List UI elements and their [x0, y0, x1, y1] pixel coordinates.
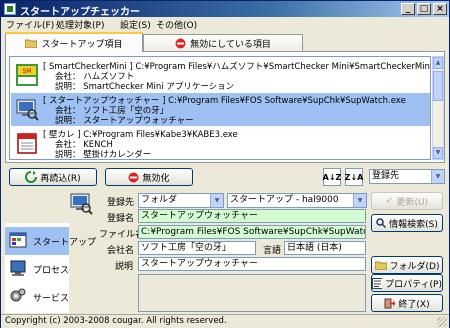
- supwatch-icon: [16, 99, 39, 121]
- tab-disabled-items-label: 無効にしている項目: [190, 40, 271, 50]
- info-search-button-label: 情報検索(S): [389, 219, 438, 230]
- svg-text:SM: SM: [23, 68, 32, 75]
- list-scrollbar[interactable]: ▲ ▼: [432, 56, 444, 160]
- language-field[interactable]: 日本語 (日本): [284, 241, 366, 255]
- scroll-down-icon[interactable]: ▼: [433, 147, 443, 159]
- tab-panel: SM [ SmartCheckerMini ] C:¥Program Files…: [5, 51, 445, 163]
- location-type-value: フォルダ: [141, 195, 178, 205]
- sort-key-value: 登録先: [372, 171, 400, 181]
- smartchecker-icon: SM: [16, 64, 38, 86]
- company-field[interactable]: ソフト工房「空の牙」: [138, 241, 256, 255]
- sort-key-select[interactable]: 登録先 ▼: [369, 169, 445, 184]
- category-service-label: サービス: [33, 294, 70, 304]
- no-entry-icon: [175, 38, 186, 49]
- refresh-icon: [25, 171, 38, 183]
- chevron-down-icon: ▼: [210, 194, 223, 207]
- exit-button-label: 終了(X): [398, 299, 430, 310]
- folder-button-label: フォルダ(D): [389, 261, 440, 272]
- sort-ascending-button[interactable]: A↓Z: [323, 168, 341, 186]
- chevron-down-icon: ▼: [431, 170, 444, 183]
- sort-descending-button[interactable]: Z↓A: [345, 168, 363, 186]
- menu-file[interactable]: ファイル(F): [6, 18, 54, 31]
- info-search-button[interactable]: 情報検索(S): [371, 214, 443, 232]
- status-bar: Copyright (c) 2003-2008 cougar. All righ…: [1, 314, 449, 328]
- item-description: 説明： スタートアップウォッチャー: [55, 116, 194, 126]
- item-description: 説明： 壁掛けカレンダー: [55, 150, 152, 160]
- exit-button[interactable]: 終了(X): [371, 294, 443, 312]
- close-button[interactable]: ×: [433, 3, 447, 15]
- properties-button[interactable]: プロパティ(P): [371, 274, 443, 292]
- category-service[interactable]: サービス: [5, 283, 69, 311]
- exit-icon: [384, 298, 396, 308]
- maximize-button[interactable]: □: [417, 3, 431, 15]
- category-process[interactable]: プロセス: [5, 255, 69, 283]
- language-label: 言語: [263, 246, 282, 256]
- list-item[interactable]: [ スタートアップウォッチャー ] C:¥Program Files¥FOS S…: [11, 93, 430, 126]
- location-type-select[interactable]: フォルダ ▼: [138, 193, 224, 208]
- location-value: スタートアップ - hal9000: [230, 195, 339, 205]
- menu-settings[interactable]: 設定(S): [120, 18, 151, 31]
- main-window: スタートアップチェッカー _ □ × ファイル(F) 処理対象(P) 設定(S)…: [0, 0, 450, 328]
- item-description: 説明： SmartChecker Mini アプリケーション: [55, 82, 235, 92]
- tab-strip: スタートアップ項目 無効にしている項目: [5, 32, 445, 52]
- service-icon: [10, 288, 26, 302]
- description-label: 説明: [115, 262, 134, 272]
- category-process-label: プロセス: [33, 266, 70, 276]
- scroll-thumb[interactable]: [433, 71, 443, 101]
- chevron-down-icon: ▼: [353, 194, 366, 207]
- name-field[interactable]: スタートアップウォッチャー: [138, 209, 366, 223]
- category-startup[interactable]: スタートアップ: [5, 227, 96, 255]
- search-icon: [376, 218, 387, 228]
- app-icon: [4, 3, 16, 15]
- supwatch-large-icon: [70, 193, 93, 215]
- folder-button[interactable]: フォルダ(D): [371, 256, 443, 274]
- company-label: 会社名: [107, 246, 135, 256]
- window-title: スタートアップチェッカー: [20, 7, 140, 18]
- description-field[interactable]: スタートアップウォッチャー: [138, 257, 366, 271]
- file-field[interactable]: C:¥Program Files¥FOS Software¥SupChk¥Sup…: [138, 225, 366, 239]
- tab-startup-items-label: スタートアップ項目: [41, 39, 123, 50]
- folder-icon: [374, 261, 387, 270]
- name-label: 登録名: [107, 214, 135, 224]
- disable-button-label: 無効化: [142, 173, 170, 184]
- check-icon: ✓: [385, 196, 394, 206]
- category-startup-label: スタートアップ: [33, 238, 97, 248]
- startup-icon: [9, 232, 27, 248]
- disable-button[interactable]: 無効化: [105, 168, 193, 186]
- properties-icon: [372, 277, 383, 289]
- resize-grip[interactable]: [437, 317, 447, 327]
- copyright-text: Copyright (c) 2003-2008 cougar. All righ…: [5, 316, 227, 326]
- menu-bar: ファイル(F) 処理対象(P) 設定(S) その他(O): [1, 17, 449, 31]
- folder-icon: [25, 39, 38, 48]
- tab-startup-items[interactable]: スタートアップ項目: [5, 32, 143, 52]
- scroll-up-icon[interactable]: ▲: [433, 57, 443, 69]
- location-value-select[interactable]: スタートアップ - hal9000 ▼: [227, 193, 367, 208]
- list-item[interactable]: SM [ SmartCheckerMini ] C:¥Program Files…: [11, 59, 430, 92]
- title-bar: スタートアップチェッカー _ □ ×: [1, 1, 449, 18]
- menu-other[interactable]: その他(O): [156, 18, 197, 31]
- properties-button-label: プロパティ(P): [385, 279, 442, 290]
- minimize-button[interactable]: _: [401, 3, 415, 15]
- reload-button[interactable]: 再読込(R): [9, 168, 97, 186]
- menu-target[interactable]: 処理対象(P): [56, 18, 104, 31]
- category-pane: スタートアップ プロセス サービス: [5, 223, 96, 313]
- reload-button-label: 再読込(R): [40, 173, 81, 184]
- list-item[interactable]: [ 壁カレ ] C:¥Program Files¥Kabe3¥KABE3.exe…: [11, 127, 430, 160]
- tab-disabled-items[interactable]: 無効にしている項目: [143, 34, 303, 52]
- process-icon: [10, 260, 26, 276]
- calendar-icon: [17, 133, 37, 154]
- no-entry-icon: [128, 172, 139, 182]
- location-label: 登録先: [107, 198, 135, 208]
- update-button-label: 更新(U): [396, 197, 429, 208]
- memo-area[interactable]: [138, 274, 366, 312]
- update-button[interactable]: ✓ 更新(U): [371, 192, 443, 210]
- startup-list[interactable]: SM [ SmartCheckerMini ] C:¥Program Files…: [9, 56, 431, 160]
